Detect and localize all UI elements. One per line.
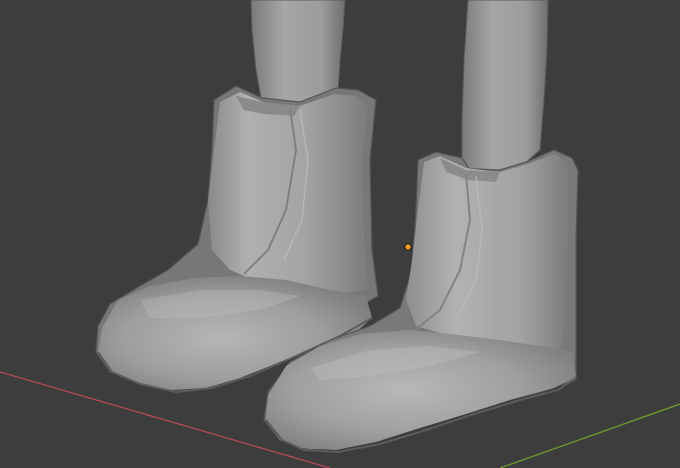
left-leg[interactable] [250,0,346,105]
y-axis-line [499,403,680,468]
object-origin-dot[interactable] [404,243,412,251]
right-leg[interactable] [461,0,549,171]
3d-viewport[interactable] [0,0,680,468]
viewport-scene[interactable] [0,0,680,468]
